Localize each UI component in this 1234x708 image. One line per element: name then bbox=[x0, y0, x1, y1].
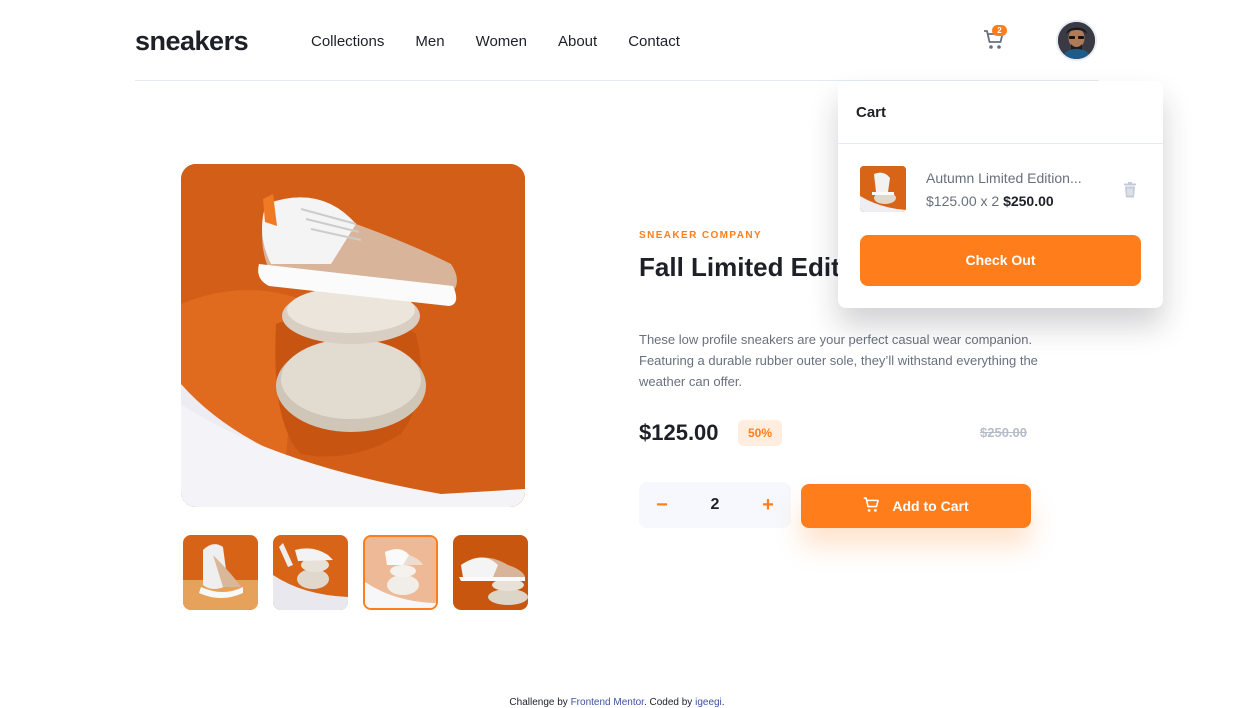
nav-link-contact[interactable]: Contact bbox=[628, 33, 680, 50]
main-nav: Collections Men Women About Contact bbox=[311, 33, 680, 50]
product-main-image[interactable] bbox=[181, 164, 525, 507]
nav-link-women[interactable]: Women bbox=[476, 33, 527, 50]
add-to-cart-button[interactable]: Add to Cart bbox=[801, 484, 1031, 528]
product-description: These low profile sneakers are your perf… bbox=[639, 332, 1038, 389]
author-link[interactable]: igeegi bbox=[695, 697, 722, 708]
attribution-footer: Challenge by Frontend Mentor. Coded by i… bbox=[0, 697, 1234, 708]
footer-middle: . Coded by bbox=[643, 697, 693, 708]
thumbnail-3[interactable] bbox=[363, 535, 438, 610]
cart-item-total: $250.00 bbox=[1003, 193, 1054, 209]
company-label: SNEAKER COMPANY bbox=[639, 230, 763, 241]
add-to-cart-label: Add to Cart bbox=[892, 498, 969, 514]
cart-dropdown: Cart Autumn Limited Edition... $125.00 x… bbox=[838, 81, 1163, 308]
cart-count-badge: 2 bbox=[992, 25, 1007, 36]
quantity-value: 2 bbox=[710, 496, 720, 513]
footer-prefix: Challenge by bbox=[509, 697, 568, 708]
nav-link-about[interactable]: About bbox=[558, 33, 597, 50]
cart-item-unit-price: $125.00 x 2 bbox=[926, 193, 1000, 209]
increase-quantity-button[interactable]: + bbox=[745, 482, 791, 528]
decrease-quantity-button[interactable]: − bbox=[639, 482, 685, 528]
checkout-button[interactable]: Check Out bbox=[860, 235, 1141, 286]
cart-item-thumbnail bbox=[860, 166, 906, 212]
cart-divider bbox=[838, 143, 1163, 144]
thumbnail-1[interactable] bbox=[183, 535, 258, 610]
quantity-stepper: − 2 + bbox=[639, 482, 791, 528]
thumbnail-strip bbox=[183, 535, 528, 610]
nav-link-collections[interactable]: Collections bbox=[311, 33, 384, 50]
thumbnail-4[interactable] bbox=[453, 535, 528, 610]
site-header: sneakers Collections Men Women About Con… bbox=[135, 0, 1099, 81]
cart-icon bbox=[863, 496, 880, 516]
cart-item-name: Autumn Limited Edition... bbox=[926, 170, 1082, 186]
logo[interactable]: sneakers bbox=[135, 26, 249, 57]
original-price: $250.00 bbox=[980, 425, 1027, 440]
delete-icon[interactable] bbox=[1123, 182, 1137, 198]
cart-heading: Cart bbox=[856, 104, 887, 121]
thumbnail-2[interactable] bbox=[273, 535, 348, 610]
footer-suffix: . bbox=[721, 697, 725, 708]
frontend-mentor-link[interactable]: Frontend Mentor bbox=[571, 697, 644, 708]
cart-item-price-line: $125.00 x 2 $250.00 bbox=[926, 193, 1054, 209]
avatar[interactable] bbox=[1056, 20, 1097, 61]
nav-link-men[interactable]: Men bbox=[415, 33, 444, 50]
current-price: $125.00 bbox=[639, 420, 719, 445]
discount-badge: 50% bbox=[738, 420, 782, 446]
